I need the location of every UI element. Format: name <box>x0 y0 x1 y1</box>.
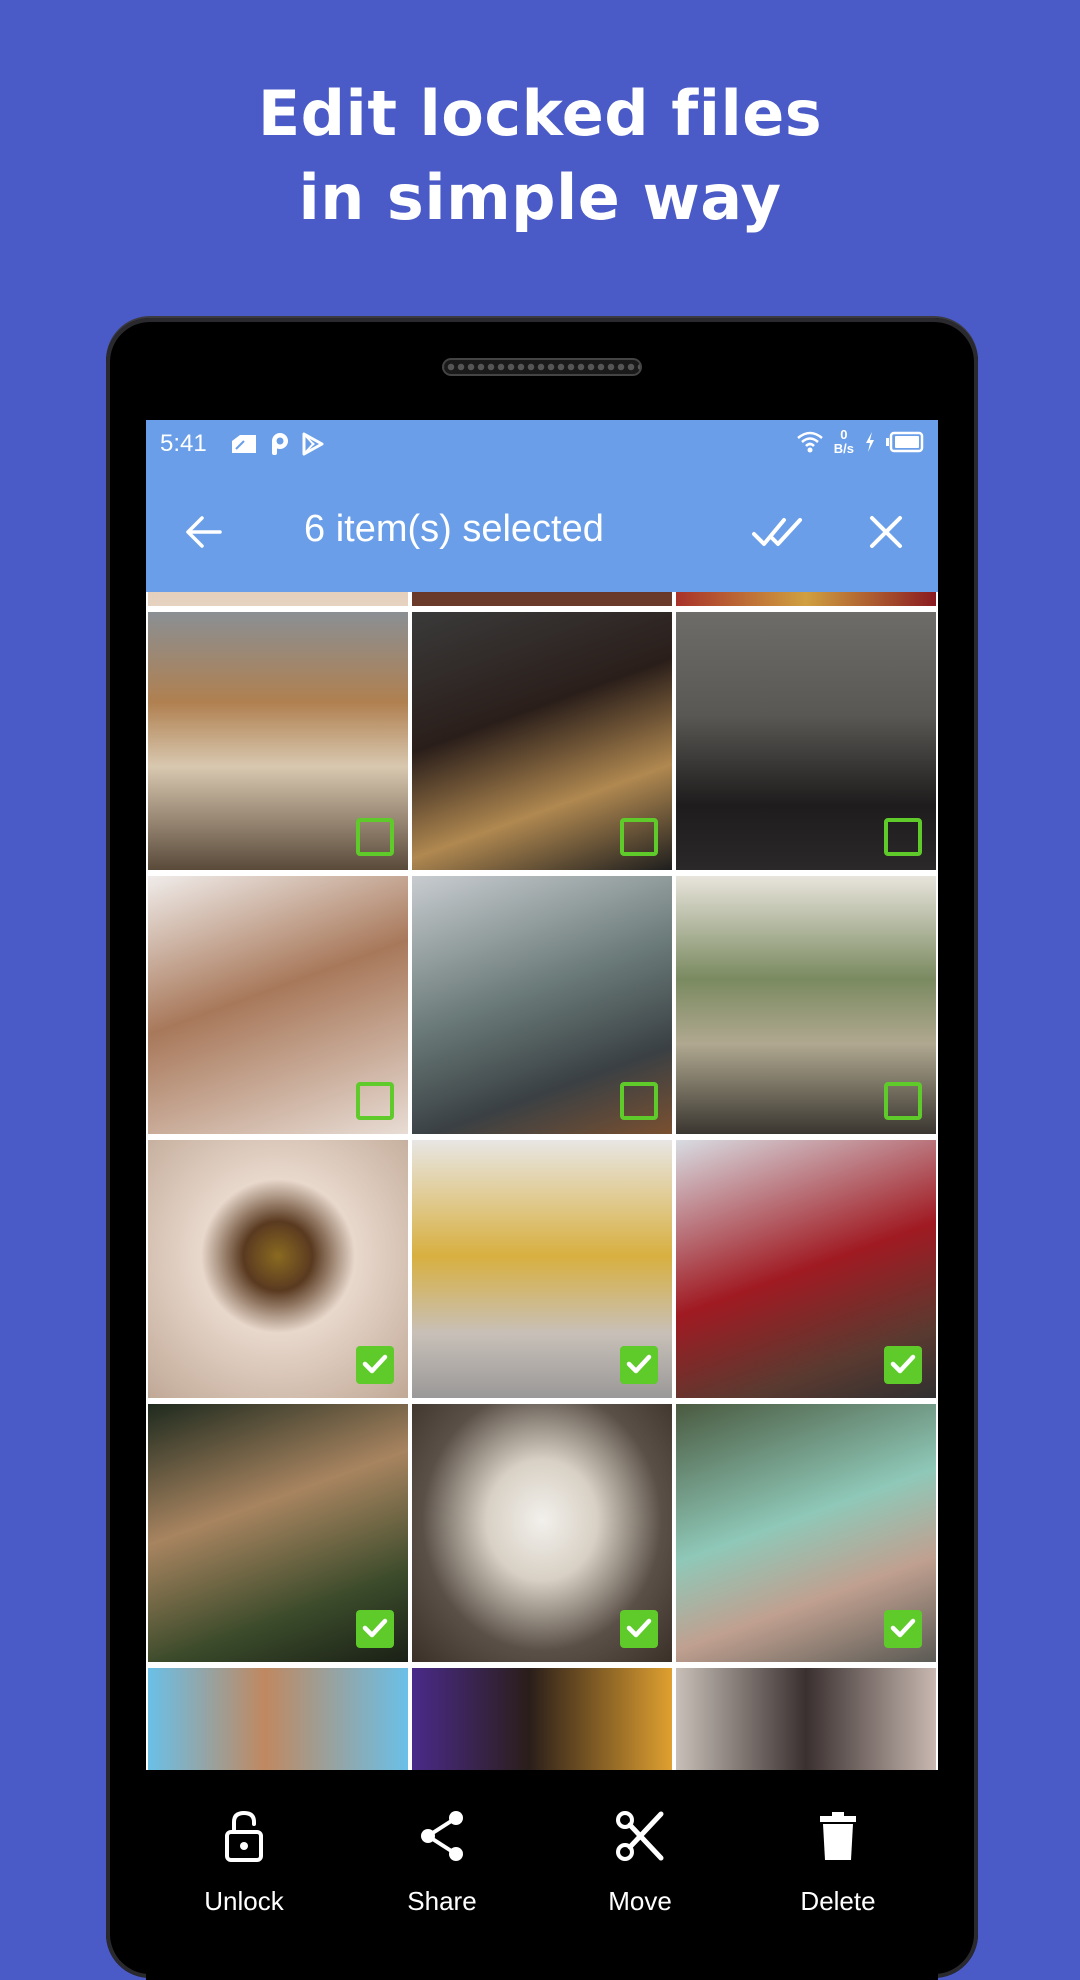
photo-tile[interactable] <box>148 1668 408 1770</box>
phone-frame: 5:41 0 B/s 6 item(s) selected Unlock Sha… <box>106 318 978 1980</box>
checkbox-unchecked[interactable] <box>884 818 922 856</box>
checkbox-checked[interactable] <box>884 1346 922 1384</box>
arrow-left-icon[interactable] <box>184 512 224 552</box>
phone-screen: 5:41 0 B/s 6 item(s) selected Unlock Sha… <box>146 420 938 1980</box>
checkmark-icon <box>626 1354 652 1374</box>
delete-button[interactable]: Delete <box>758 1810 918 1917</box>
photo-tile[interactable] <box>148 876 408 1134</box>
checkbox-checked[interactable] <box>884 1610 922 1648</box>
net-speed-unit: B/s <box>833 441 854 456</box>
photo-tile[interactable] <box>676 876 936 1134</box>
double-check-icon[interactable] <box>750 514 806 550</box>
trash-icon <box>820 1812 856 1860</box>
play-store-icon <box>302 432 324 456</box>
selection-toolbar: 6 item(s) selected <box>146 470 938 592</box>
photo-tile[interactable] <box>676 1404 936 1662</box>
net-speed: 0 B/s <box>834 428 854 456</box>
sim-card-icon <box>232 435 256 453</box>
battery-icon <box>886 431 924 453</box>
photo-tile[interactable] <box>676 1140 936 1398</box>
checkmark-icon <box>890 1618 916 1638</box>
photo-grid <box>146 592 938 1770</box>
checkmark-icon <box>362 1354 388 1374</box>
bottom-action-bar: Unlock Share Move Delete <box>146 1770 938 1980</box>
checkbox-checked[interactable] <box>620 1346 658 1384</box>
photo-tile[interactable] <box>148 1404 408 1662</box>
checkbox-checked[interactable] <box>620 1610 658 1648</box>
checkbox-unchecked[interactable] <box>884 1082 922 1120</box>
photo-tile[interactable] <box>412 1140 672 1398</box>
status-time: 5:41 <box>160 430 207 457</box>
status-bar: 5:41 0 B/s <box>146 420 938 470</box>
net-speed-value: 0 <box>840 427 848 442</box>
checkbox-unchecked[interactable] <box>620 1082 658 1120</box>
scissors-icon <box>616 1811 664 1861</box>
share-label: Share <box>407 1886 477 1916</box>
checkmark-icon <box>362 1618 388 1638</box>
charging-icon <box>866 432 874 452</box>
delete-label: Delete <box>800 1886 876 1916</box>
photo-tile-partial[interactable] <box>148 592 408 606</box>
checkbox-checked[interactable] <box>356 1610 394 1648</box>
p-app-icon <box>272 433 288 455</box>
checkbox-checked[interactable] <box>356 1346 394 1384</box>
checkmark-icon <box>890 1354 916 1374</box>
phone-speaker <box>442 358 642 376</box>
headline-line-1: Edit locked files <box>257 77 823 150</box>
unlock-label: Unlock <box>204 1886 284 1916</box>
promo-headline: Edit locked files in simple way <box>0 72 1080 240</box>
unlock-button[interactable]: Unlock <box>164 1810 324 1917</box>
photo-tile-partial[interactable] <box>412 592 672 606</box>
selection-count-title: 6 item(s) selected <box>304 508 604 550</box>
photo-tile-partial[interactable] <box>676 592 936 606</box>
photo-tile[interactable] <box>676 1668 936 1770</box>
photo-tile[interactable] <box>412 1668 672 1770</box>
share-button[interactable]: Share <box>362 1810 522 1917</box>
photo-tile[interactable] <box>412 612 672 870</box>
close-icon[interactable] <box>868 514 904 550</box>
unlock-icon <box>225 1810 263 1862</box>
checkbox-unchecked[interactable] <box>356 1082 394 1120</box>
photo-tile[interactable] <box>412 1404 672 1662</box>
photo-tile[interactable] <box>412 876 672 1134</box>
checkmark-icon <box>626 1618 652 1638</box>
photo-tile[interactable] <box>148 1140 408 1398</box>
checkbox-unchecked[interactable] <box>620 818 658 856</box>
headline-line-2: in simple way <box>298 161 782 234</box>
move-button[interactable]: Move <box>560 1810 720 1917</box>
checkbox-unchecked[interactable] <box>356 818 394 856</box>
photo-tile[interactable] <box>148 612 408 870</box>
share-icon <box>421 1811 463 1861</box>
wifi-icon <box>796 431 823 453</box>
photo-tile[interactable] <box>676 612 936 870</box>
move-label: Move <box>608 1886 672 1916</box>
